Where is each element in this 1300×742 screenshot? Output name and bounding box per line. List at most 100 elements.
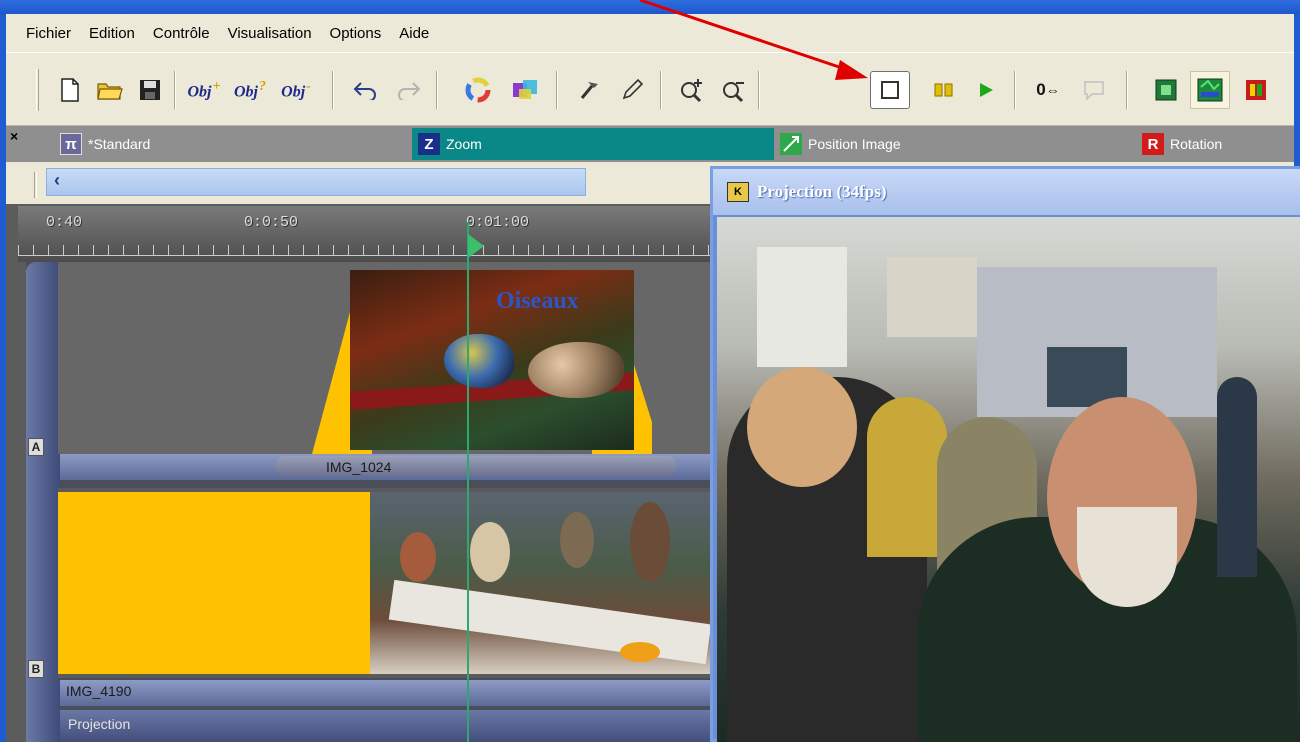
clip-a-thumbnail[interactable]: Oiseaux <box>350 270 634 450</box>
tab-zoom[interactable]: Z Zoom <box>414 130 482 158</box>
zoom-in-icon <box>681 79 702 103</box>
toolbar-separator <box>556 71 558 109</box>
projection-window: K Projection (34fps) <box>710 166 1300 742</box>
track-b-marker[interactable]: B <box>28 660 44 678</box>
preview-person <box>1217 377 1257 577</box>
track-b-clipbar: IMG_4190 <box>60 680 716 706</box>
track-a-marker[interactable]: A <box>28 438 44 456</box>
timeline-panel: 0:40 0:0:50 0:01:00 A B Oiseaux IMG_1024… <box>6 204 718 742</box>
close-icon[interactable]: × <box>10 128 18 144</box>
delete-object-button[interactable]: Obj- <box>276 71 316 109</box>
transition-button[interactable] <box>506 71 546 109</box>
horizontal-scrollbar[interactable] <box>46 168 586 196</box>
toolbar-separator <box>436 71 438 109</box>
projection-bar[interactable]: Projection <box>60 710 716 742</box>
clip-b-name: IMG_4190 <box>66 683 132 699</box>
playhead-marker-icon[interactable] <box>468 234 484 258</box>
save-button[interactable] <box>130 71 170 109</box>
object-add-icon: Obj+ <box>187 78 221 101</box>
thumbnail-fruit <box>620 642 660 662</box>
comment-button[interactable] <box>1074 71 1114 109</box>
tab-rotation[interactable]: R Rotation <box>1138 130 1222 158</box>
thumbnail-person <box>470 522 510 582</box>
scroll-grip[interactable] <box>34 172 37 198</box>
object-delete-icon: Obj- <box>281 78 311 101</box>
thumbnail-table <box>388 579 712 665</box>
ruler-label: 0:01:00 <box>466 214 530 231</box>
bird-blue-tit <box>444 334 514 388</box>
projection-preview <box>717 217 1300 742</box>
tab-standard[interactable]: π *Standard <box>56 130 150 158</box>
undo-button[interactable] <box>346 71 386 109</box>
timeline-view-icon <box>1197 78 1223 102</box>
counter-button[interactable]: 0 ⇔ <box>1028 71 1068 109</box>
clip-a-title: Oiseaux <box>496 288 579 314</box>
clip-b-transition[interactable] <box>58 492 370 674</box>
time-ruler[interactable]: 0:40 0:0:50 0:01:00 <box>18 206 718 262</box>
app-window: Fichier Edition Contrôle Visualisation O… <box>0 0 1300 742</box>
zoom-effect-icon: Z <box>418 133 440 155</box>
object-properties-button[interactable]: Obj? <box>230 71 270 109</box>
preview-poster <box>887 257 977 337</box>
zoom-out-icon <box>723 82 744 103</box>
view-slide-button[interactable] <box>1146 71 1186 109</box>
toolbar-separator <box>332 71 334 109</box>
preview-face <box>747 367 857 487</box>
stop-button[interactable] <box>870 71 910 109</box>
play-button[interactable] <box>966 71 1006 109</box>
menu-edition[interactable]: Edition <box>89 25 135 42</box>
pause-button[interactable] <box>924 71 964 109</box>
playhead-line[interactable] <box>467 222 469 742</box>
rotation-effect-icon: R <box>1142 133 1164 155</box>
timeline-scroll-row: ‹ <box>6 162 716 204</box>
stop-icon <box>881 81 899 99</box>
bird-sparrow <box>528 342 624 398</box>
view-storyboard-button[interactable] <box>1236 71 1276 109</box>
projection-bar-label: Projection <box>68 716 131 732</box>
menu-options[interactable]: Options <box>330 25 382 42</box>
toolbar: Obj+ Obj? Obj- 0 ⇔ <box>6 52 1294 126</box>
thumbnail-person <box>560 512 594 568</box>
tab-position-image[interactable]: Position Image <box>776 130 901 158</box>
menu-fichier[interactable]: Fichier <box>26 25 71 42</box>
comment-icon <box>1084 81 1104 101</box>
add-object-button[interactable]: Obj+ <box>184 71 224 109</box>
color-wheel-button[interactable] <box>458 71 498 109</box>
toolbar-grip[interactable] <box>36 69 39 111</box>
pick-button[interactable] <box>570 71 610 109</box>
menu-aide[interactable]: Aide <box>399 25 429 42</box>
projection-window-icon: K <box>727 182 749 202</box>
thumbnail-person <box>400 532 436 582</box>
menu-controle[interactable]: Contrôle <box>153 25 210 42</box>
ruler-label: 0:40 <box>46 214 83 231</box>
pen-button[interactable] <box>612 71 652 109</box>
tab-standard-label: *Standard <box>88 136 151 152</box>
menu-visualisation[interactable]: Visualisation <box>228 25 312 42</box>
save-icon <box>140 80 160 100</box>
tab-rotation-label: Rotation <box>1170 136 1223 152</box>
open-folder-icon <box>97 83 123 100</box>
zoom-in-button[interactable] <box>672 71 712 109</box>
toolbar-separator <box>660 71 662 109</box>
color-wheel-icon <box>465 77 491 103</box>
pause-icon <box>934 83 953 97</box>
pen-icon <box>622 78 644 100</box>
new-file-button[interactable] <box>50 71 90 109</box>
new-file-icon <box>61 78 79 102</box>
redo-button[interactable] <box>388 71 428 109</box>
menu-bar: Fichier Edition Contrôle Visualisation O… <box>6 14 1294 52</box>
ruler-ticks <box>18 240 718 256</box>
clip-b-thumbnail[interactable] <box>370 492 716 674</box>
pick-tool-icon <box>580 82 598 99</box>
scroll-left-icon[interactable]: ‹ <box>54 170 60 191</box>
zoom-out-button[interactable] <box>714 71 754 109</box>
view-timeline-button[interactable] <box>1190 71 1230 109</box>
projection-titlebar[interactable]: K Projection (34fps) <box>713 169 1300 215</box>
open-button[interactable] <box>90 71 130 109</box>
storyboard-view-icon <box>1246 80 1266 100</box>
tab-zoom-label: Zoom <box>446 136 482 152</box>
transition-icon <box>513 80 537 99</box>
preview-beard <box>1077 507 1177 607</box>
tracks-area: A B Oiseaux IMG_1024 IMG_4190 Projection <box>26 222 716 742</box>
object-properties-icon: Obj? <box>234 78 266 101</box>
